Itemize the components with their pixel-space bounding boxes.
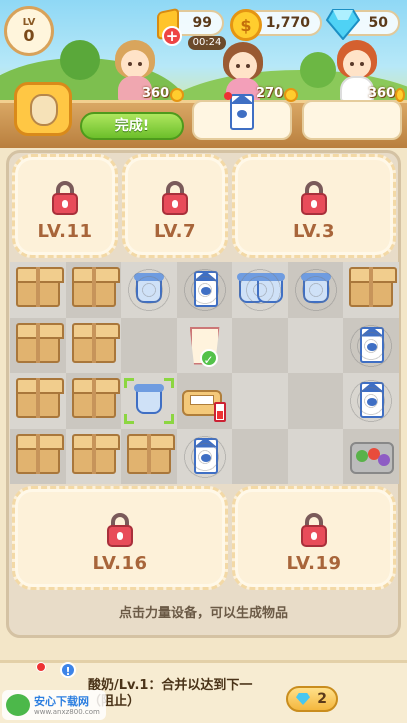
board-cell[interactable] bbox=[287, 428, 343, 484]
unlock-level-label: LV.19 bbox=[286, 553, 342, 574]
watermark-title: 安心下载网 bbox=[34, 695, 89, 708]
order-reward-1: 360 bbox=[142, 86, 170, 101]
order-alert-dot bbox=[224, 92, 232, 100]
lock-icon bbox=[301, 181, 327, 215]
locked-area-lv3[interactable]: LV.3 bbox=[232, 154, 396, 258]
energy-timer: 00:24 bbox=[188, 36, 226, 50]
notification-dot bbox=[36, 662, 46, 672]
gem-value: 50 bbox=[368, 15, 388, 31]
cobweb-lock bbox=[179, 267, 230, 313]
board-cell[interactable] bbox=[232, 373, 288, 429]
lock-icon bbox=[107, 513, 133, 547]
inventory-bag-button[interactable] bbox=[14, 82, 72, 136]
player-level-badge[interactable]: LV 0 bbox=[4, 6, 54, 56]
cobweb-lock bbox=[290, 267, 341, 313]
selected-item-description: 酸奶/Lv.1：合并以达到下一（阻止） bbox=[88, 678, 253, 709]
yogurt-pack-item[interactable] bbox=[235, 267, 285, 313]
order-reward-2: 270 bbox=[256, 86, 284, 101]
tree bbox=[300, 52, 336, 88]
order-reward-3: 360 bbox=[368, 86, 396, 101]
lock-icon bbox=[162, 181, 188, 215]
cardboard-box-item[interactable] bbox=[124, 433, 175, 480]
cardboard-box-item[interactable] bbox=[69, 433, 120, 480]
cobweb-lock bbox=[346, 378, 396, 424]
milk-carton-item[interactable] bbox=[179, 433, 230, 480]
milk-carton-item[interactable] bbox=[179, 267, 230, 313]
unlock-level-label: LV.11 bbox=[37, 221, 93, 242]
locked-area-lv19[interactable]: LV.19 bbox=[232, 486, 396, 590]
coin-icon: $ bbox=[230, 9, 262, 41]
vegetable-tray-item[interactable] bbox=[346, 434, 396, 480]
unlock-level-label: LV.7 bbox=[154, 221, 196, 242]
cardboard-box-item[interactable] bbox=[69, 322, 120, 369]
board-cell[interactable] bbox=[287, 373, 343, 429]
unlock-level-label: LV.16 bbox=[92, 553, 148, 574]
unlock-with-gems-button[interactable]: 2 bbox=[286, 686, 338, 712]
coin-icon bbox=[395, 88, 405, 102]
milk-carton-item[interactable] bbox=[346, 322, 396, 369]
locked-area-lv16[interactable]: LV.16 bbox=[12, 486, 228, 590]
coin-icon bbox=[284, 88, 298, 102]
milk-carton-item[interactable] bbox=[346, 378, 396, 424]
cobweb-lock bbox=[235, 267, 285, 313]
cardboard-box-item[interactable] bbox=[346, 267, 397, 313]
board-cell[interactable] bbox=[232, 428, 288, 484]
coin-value: 1,770 bbox=[265, 15, 310, 31]
add-energy-button[interactable]: + bbox=[162, 26, 182, 46]
cardboard-box-item[interactable] bbox=[13, 322, 64, 369]
locked-area-lv11[interactable]: LV.11 bbox=[12, 154, 118, 258]
lock-icon bbox=[52, 181, 78, 215]
watermark-url: www.anxz800.com bbox=[34, 708, 100, 716]
lock-icon bbox=[301, 513, 327, 547]
cardboard-box-item[interactable] bbox=[69, 378, 120, 424]
board-cell[interactable] bbox=[232, 317, 288, 373]
board-instruction: 点击力量设备，可以生成物品 bbox=[118, 606, 288, 621]
complete-order-button[interactable]: 完成! bbox=[80, 112, 184, 140]
cardboard-box-item[interactable] bbox=[13, 378, 64, 424]
board-cell[interactable] bbox=[121, 317, 177, 373]
locked-area-lv7[interactable]: LV.7 bbox=[122, 154, 228, 258]
unlock-level-label: LV.3 bbox=[293, 221, 335, 242]
level-value: 0 bbox=[23, 26, 35, 45]
noodle-cup-item[interactable]: ✓ bbox=[180, 323, 230, 369]
cobweb-lock bbox=[346, 322, 396, 369]
cardboard-box-item[interactable] bbox=[69, 267, 120, 313]
gem-cost: 2 bbox=[317, 691, 327, 707]
order-card-3[interactable] bbox=[302, 100, 402, 140]
watermark-logo-icon bbox=[6, 694, 30, 716]
yogurt-item[interactable] bbox=[124, 267, 174, 313]
energy-value: 99 bbox=[192, 15, 212, 31]
cardboard-box-item[interactable] bbox=[13, 267, 64, 313]
order-milk-icon bbox=[228, 90, 258, 130]
yogurt-item[interactable] bbox=[290, 267, 341, 313]
gem-icon bbox=[326, 9, 360, 40]
watermark: 安心下载网 www.anxz800.com bbox=[2, 690, 106, 720]
tree bbox=[60, 40, 100, 80]
cardboard-box-item[interactable] bbox=[13, 433, 64, 480]
gem-icon bbox=[296, 693, 310, 705]
cobweb-lock bbox=[124, 267, 174, 313]
yogurt-item[interactable] bbox=[124, 378, 174, 424]
power-device-item[interactable] bbox=[180, 378, 230, 424]
cobweb-lock bbox=[179, 433, 230, 480]
coin-icon bbox=[170, 88, 184, 102]
info-icon[interactable]: ! bbox=[60, 662, 76, 678]
board-cell[interactable] bbox=[287, 317, 343, 373]
